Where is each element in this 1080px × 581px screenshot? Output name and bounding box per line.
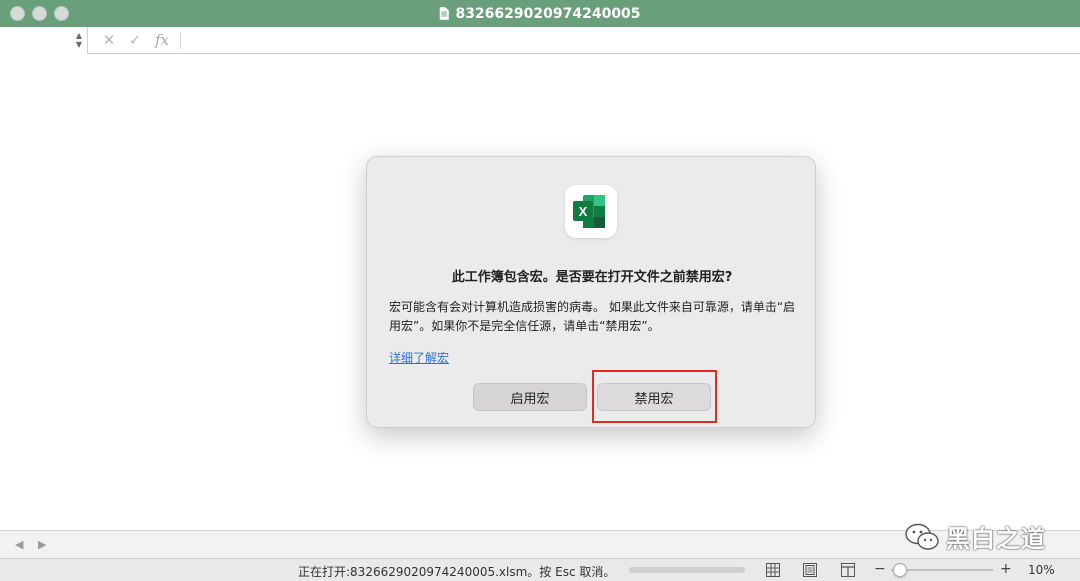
sheet-tab-bar: ◀ ▶ 黑白之道: [0, 523, 1080, 558]
status-message: 正在打开:8326629020974240005.xlsm。按 Esc 取消。: [298, 565, 616, 579]
wechat-icon: [905, 523, 939, 550]
enable-macros-button[interactable]: 启用宏: [473, 383, 587, 411]
window-title: 8326629020974240005: [455, 5, 641, 22]
close-window-button[interactable]: [10, 6, 25, 21]
formula-divider: [180, 31, 181, 49]
disable-macros-button[interactable]: 禁用宏: [597, 383, 711, 411]
zoom-level: 10%: [1028, 563, 1055, 577]
check-icon: ✓: [128, 31, 142, 49]
cancel-formula-button[interactable]: ✕: [96, 31, 122, 49]
window-controls: [10, 6, 69, 21]
name-box[interactable]: ▲ ▼: [0, 26, 88, 54]
zoom-out-button[interactable]: −: [874, 561, 886, 577]
excel-icon: X: [573, 195, 605, 228]
window-title-group: 8326629020974240005: [439, 5, 641, 22]
page-layout-view-icon[interactable]: [803, 563, 817, 577]
next-sheet-button[interactable]: ▶: [38, 538, 46, 551]
document-icon: [440, 7, 450, 20]
formula-bar: ▲ ▼ ✕ ✓ fx: [0, 26, 1080, 54]
learn-more-link[interactable]: 详细了解宏: [389, 349, 449, 366]
insert-function-button[interactable]: fx: [148, 31, 176, 49]
page-break-view-icon[interactable]: [841, 563, 855, 577]
zoom-in-button[interactable]: +: [1000, 561, 1012, 577]
zoom-window-button[interactable]: [54, 6, 69, 21]
title-bar: 8326629020974240005: [0, 0, 1080, 27]
excel-icon-letter: X: [579, 204, 588, 219]
chevron-up-icon[interactable]: ▲: [76, 31, 82, 40]
status-bar: 正在打开:8326629020974240005.xlsm。按 Esc 取消。 …: [0, 558, 1080, 581]
loading-progress-bar: [629, 567, 745, 573]
confirm-formula-button[interactable]: ✓: [122, 31, 148, 49]
chevron-down-icon[interactable]: ▼: [76, 40, 82, 49]
zoom-slider-thumb[interactable]: [893, 563, 907, 577]
x-icon: ✕: [102, 31, 116, 49]
watermark-text: 黑白之道: [946, 525, 1046, 553]
previous-sheet-button[interactable]: ◀: [15, 538, 23, 551]
dialog-title: 此工作簿包含宏。是否要在打开文件之前禁用宏?: [451, 270, 733, 285]
watermark: 黑白之道: [904, 519, 1046, 554]
normal-view-icon[interactable]: [766, 563, 780, 577]
dialog-message: 宏可能含有会对计算机造成损害的病毒。 如果此文件来自可靠源，请单击“启用宏”。如…: [389, 300, 796, 333]
minimize-window-button[interactable]: [32, 6, 47, 21]
name-box-stepper[interactable]: ▲ ▼: [76, 31, 82, 49]
excel-window: 8326629020974240005 ▲ ▼ ✕ ✓ fx X 此工作簿包含宏…: [0, 0, 1080, 581]
macro-warning-dialog: X 此工作簿包含宏。是否要在打开文件之前禁用宏? 宏可能含有会对计算机造成损害的…: [366, 156, 816, 428]
excel-app-icon: X: [565, 185, 617, 238]
